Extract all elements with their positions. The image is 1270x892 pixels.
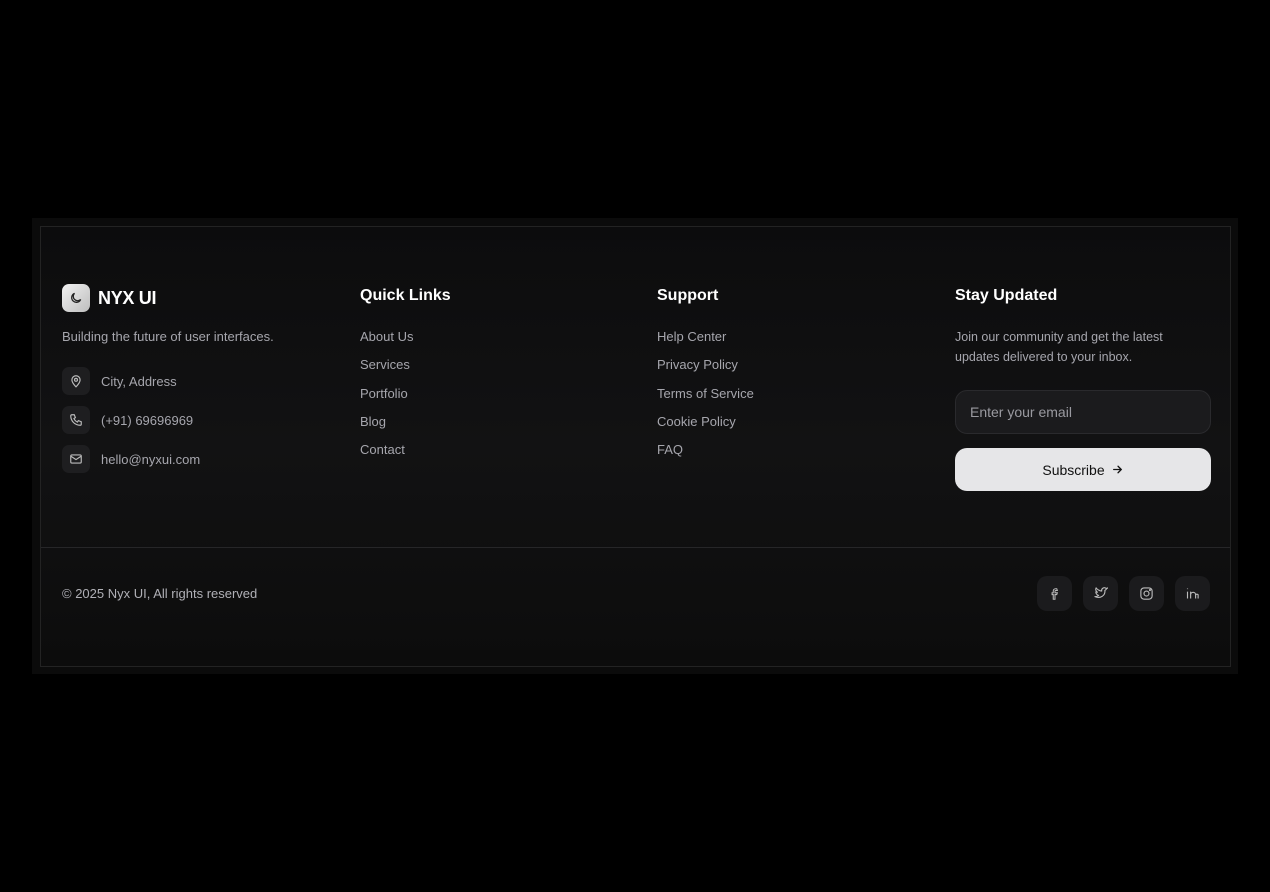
facebook-icon bbox=[1051, 587, 1058, 600]
brand-name: NYX UI bbox=[98, 287, 157, 308]
phone-icon bbox=[62, 406, 90, 434]
moon-icon bbox=[62, 284, 90, 312]
footer-frame: NYX UI Building the future of user inter… bbox=[32, 218, 1238, 674]
brand[interactable]: NYX UI bbox=[62, 284, 157, 312]
address-text: City, Address bbox=[101, 373, 177, 389]
linkedin-button[interactable] bbox=[1175, 576, 1210, 611]
newsletter-description: Join our community and get the latest up… bbox=[955, 330, 1163, 364]
email-text: hello@nyxui.com bbox=[101, 451, 201, 467]
social-links bbox=[1037, 576, 1210, 611]
divider bbox=[41, 547, 1230, 548]
facebook-button[interactable] bbox=[1037, 576, 1072, 611]
newsletter: Stay Updated Join our community and get … bbox=[955, 287, 1195, 367]
link-about-us[interactable]: About Us bbox=[360, 329, 451, 357]
subscribe-button[interactable]: Subscribe bbox=[955, 448, 1211, 491]
footer: NYX UI Building the future of user inter… bbox=[40, 226, 1231, 667]
map-pin-icon bbox=[62, 367, 90, 395]
email-input[interactable] bbox=[955, 390, 1211, 434]
support-links: Support Help Center Privacy Policy Terms… bbox=[657, 287, 754, 470]
link-cookie-policy[interactable]: Cookie Policy bbox=[657, 414, 754, 442]
contact-phone[interactable]: (+91) 69696969 bbox=[62, 406, 193, 434]
twitter-button[interactable] bbox=[1083, 576, 1118, 611]
link-blog[interactable]: Blog bbox=[360, 414, 451, 442]
arrow-right-icon bbox=[1112, 465, 1122, 474]
mail-icon bbox=[62, 445, 90, 473]
link-services[interactable]: Services bbox=[360, 357, 451, 385]
instagram-icon bbox=[1140, 587, 1153, 600]
link-portfolio[interactable]: Portfolio bbox=[360, 386, 451, 414]
link-privacy-policy[interactable]: Privacy Policy bbox=[657, 357, 754, 385]
contact-address: City, Address bbox=[62, 367, 177, 395]
copyright: © 2025 Nyx UI, All rights reserved bbox=[62, 586, 258, 601]
link-contact[interactable]: Contact bbox=[360, 442, 451, 470]
instagram-button[interactable] bbox=[1129, 576, 1164, 611]
link-terms[interactable]: Terms of Service bbox=[657, 386, 754, 414]
subscribe-label: Subscribe bbox=[1042, 461, 1105, 478]
quick-links-title: Quick Links bbox=[360, 287, 451, 304]
link-faq[interactable]: FAQ bbox=[657, 442, 754, 470]
quick-links: Quick Links About Us Services Portfolio … bbox=[360, 287, 451, 470]
support-title: Support bbox=[657, 287, 719, 304]
linkedin-icon bbox=[1186, 588, 1199, 599]
newsletter-title: Stay Updated bbox=[955, 287, 1058, 304]
contact-email[interactable]: hello@nyxui.com bbox=[62, 445, 200, 473]
tagline: Building the future of user interfaces. bbox=[62, 329, 274, 344]
phone-text: (+91) 69696969 bbox=[101, 412, 194, 428]
twitter-icon bbox=[1094, 587, 1108, 598]
link-help-center[interactable]: Help Center bbox=[657, 329, 754, 357]
